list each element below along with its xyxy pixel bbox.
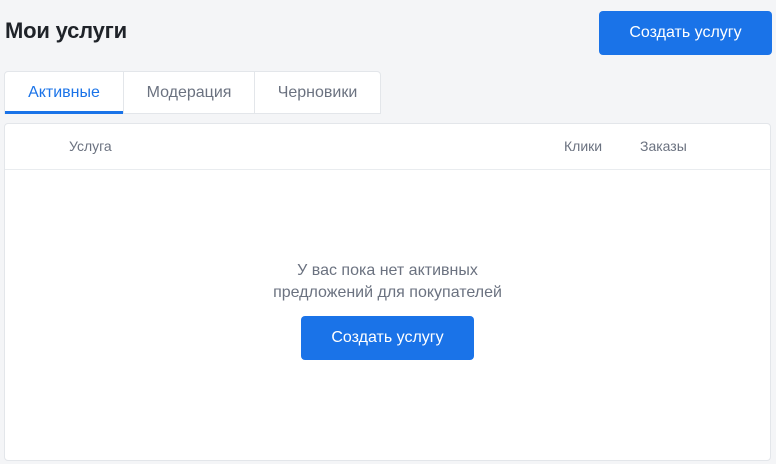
tab-drafts[interactable]: Черновики — [254, 72, 380, 113]
page: Мои услуги Создать услугу Активные Модер… — [0, 0, 776, 464]
column-header-orders[interactable]: Заказы — [640, 138, 687, 154]
empty-state-line-2: предложений для покупателей — [273, 284, 502, 301]
table-header: Услуга Клики Заказы — [5, 124, 770, 170]
empty-state-message: У вас пока нет активных предложений для … — [238, 260, 538, 304]
empty-state: У вас пока нет активных предложений для … — [5, 260, 770, 360]
tab-bar: Активные Модерация Черновики — [4, 71, 381, 114]
create-service-button[interactable]: Создать услугу — [599, 11, 772, 55]
page-title: Мои услуги — [5, 18, 127, 43]
tab-moderation[interactable]: Модерация — [123, 72, 254, 113]
column-header-clicks[interactable]: Клики — [564, 138, 602, 154]
tab-active[interactable]: Активные — [5, 72, 123, 114]
empty-state-line-1: У вас пока нет активных — [297, 262, 478, 279]
empty-state-create-button[interactable]: Создать услугу — [301, 316, 474, 360]
column-header-service[interactable]: Услуга — [69, 138, 112, 154]
services-table-card: Услуга Клики Заказы У вас пока нет актив… — [4, 123, 771, 461]
